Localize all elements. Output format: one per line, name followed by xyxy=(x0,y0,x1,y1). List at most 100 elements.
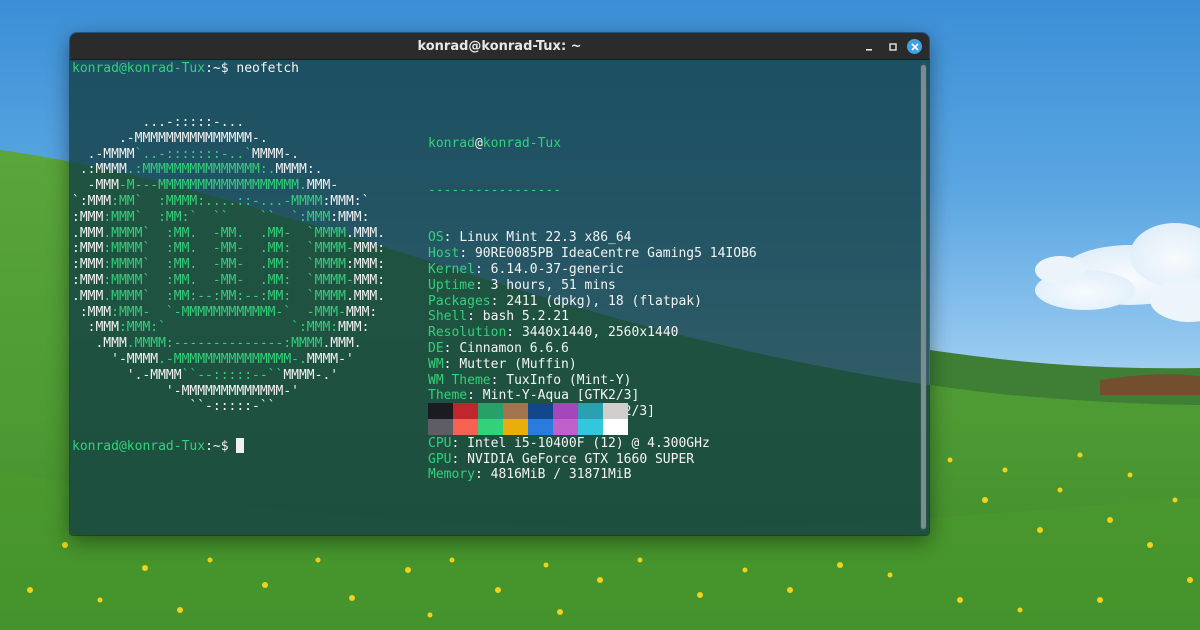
logo-segment: ``-:::::-`` xyxy=(72,399,276,415)
logo-segment: :MMMM` :MM. -MM- .MM: `MMMM- xyxy=(103,272,354,288)
logo-segment: :MMM: xyxy=(345,257,386,273)
prompt-user: konrad@konrad-Tux xyxy=(72,439,206,454)
window-titlebar[interactable]: konrad@konrad-Tux: ~ xyxy=(70,33,929,60)
logo-segment: .MMM. xyxy=(345,225,386,241)
info-value: 3 hours, 51 mins xyxy=(490,277,616,293)
logo-segment: ...-:::::-... xyxy=(72,115,245,130)
logo-row: .-MMMMMMMMMMMMMMM-. xyxy=(72,131,385,147)
scrollbar-thumb[interactable] xyxy=(921,65,926,529)
maximize-button[interactable] xyxy=(884,38,901,55)
info-row: CPU: Intel i5-10400F (12) @ 4.300GHz xyxy=(428,436,757,452)
terminal-output[interactable]: konrad@konrad-Tux:~$ neofetch ...-:::::-… xyxy=(70,60,929,535)
info-value: Mint-Y-Aqua [GTK2/3] xyxy=(482,388,640,404)
logo-segment: :MMM: xyxy=(330,209,370,225)
prompt-user: konrad@konrad-Tux xyxy=(72,61,206,76)
color-swatch xyxy=(503,419,528,435)
close-button[interactable] xyxy=(906,38,923,55)
info-key: WM Theme xyxy=(428,372,491,388)
logo-segment: ``--:::::--`` xyxy=(181,367,284,383)
info-key: DE xyxy=(428,340,444,356)
logo-segment: :MM` :MMMM:....::-...-MMMM xyxy=(111,193,323,209)
logo-segment: .:MMMM xyxy=(72,162,127,178)
palette-row-dark xyxy=(428,403,628,419)
info-key: Shell xyxy=(428,309,468,325)
info-value: Mutter (Muffin) xyxy=(459,356,577,372)
info-row: Host: 90RE0085PB IdeaCentre Gaming5 14IO… xyxy=(428,246,757,262)
minimize-icon xyxy=(865,48,872,51)
color-swatch xyxy=(553,419,578,435)
logo-segment: .MMMM:--------------:MMMM xyxy=(126,336,323,352)
logo-segment: :MMMM` :MM. -MM- .MM: `MMMM- xyxy=(103,241,354,257)
logo-segment: .MMM. xyxy=(322,336,362,352)
info-row: DE: Cinnamon 6.6.6 xyxy=(428,341,757,357)
info-colon: : xyxy=(451,451,468,467)
logo-segment: '.-MMMM xyxy=(72,367,182,383)
minimize-button[interactable] xyxy=(860,38,877,55)
logo-segment: -MMM xyxy=(72,178,119,194)
logo-segment: :MMM xyxy=(72,241,104,257)
color-palette xyxy=(428,403,628,435)
logo-row: '-MMMMMMMMMMMMM-' xyxy=(72,384,385,400)
info-colon: : xyxy=(474,467,491,483)
logo-segment: .-MMMMMMMMMMMMMMM-. xyxy=(158,351,307,367)
terminal-window[interactable]: konrad@konrad-Tux: ~ konrad@konrad-Tux:~… xyxy=(70,33,929,535)
info-colon: : xyxy=(490,372,507,388)
info-value: 2411 (dpkg), 18 (flatpak) xyxy=(506,293,702,309)
info-key: Packages xyxy=(428,293,491,309)
info-row: Packages: 2411 (dpkg), 18 (flatpak) xyxy=(428,294,757,310)
color-swatch xyxy=(453,403,478,419)
info-value: 4816MiB / 31871MiB xyxy=(490,467,632,483)
logo-segment: MMMM:. xyxy=(275,162,323,178)
palette-row-bright xyxy=(428,419,628,435)
logo-segment: '-MMMM xyxy=(72,351,159,367)
logo-row: :MMM:MMMM` :MM. -MM- .MM: `MMMM:MMM: xyxy=(72,257,385,273)
logo-row: :MMM:MMM` :MM:` `` `` `:MMM:MMM: xyxy=(72,210,385,226)
info-colon: : xyxy=(443,340,460,356)
info-at: @ xyxy=(474,135,483,151)
info-colon: : xyxy=(474,261,491,277)
logo-segment: .MMM xyxy=(72,336,127,352)
mint-ascii-logo: ...-:::::-... .-MMMMMMMMMMMMMMM-. .-MMMM… xyxy=(72,115,385,415)
logo-segment: :MMM` :MM:` `` `` `:MMM xyxy=(103,209,331,225)
logo-segment: '-MMMMMMMMMMMMM-' xyxy=(72,383,299,399)
color-swatch xyxy=(603,419,628,435)
color-swatch xyxy=(528,403,553,419)
info-row: Shell: bash 5.2.21 xyxy=(428,309,757,325)
info-value: NVIDIA GeForce GTX 1660 SUPER xyxy=(467,451,695,467)
text-cursor xyxy=(236,438,245,453)
color-swatch xyxy=(453,419,478,435)
logo-segment: MMM: xyxy=(353,241,386,257)
info-colon: : xyxy=(490,293,507,309)
logo-row: :MMM:MMM:` `:MMM:MMM: xyxy=(72,320,385,336)
info-key: GPU xyxy=(428,451,452,467)
logo-segment: -M---MMMMMMMMMMMMMMMMMM. xyxy=(118,178,307,194)
info-key: Uptime xyxy=(428,277,475,293)
logo-row: .:MMMM.:MMMMMMMMMMMMMMM:.MMMM:. xyxy=(72,162,385,178)
logo-row: .-MMMM`..-:::::::-..`MMMM-. xyxy=(72,147,385,163)
info-colon: : xyxy=(443,230,460,246)
logo-segment: .-MMMM xyxy=(72,146,135,162)
logo-row: .MMM.MMMM` :MM:--:MM:--:MM: `MMMM.MMM. xyxy=(72,289,385,305)
system-info: konrad@konrad-Tux ----------------- OS: … xyxy=(428,104,757,515)
info-row: Theme: Mint-Y-Aqua [GTK2/3] xyxy=(428,388,757,404)
maximize-icon xyxy=(888,42,897,51)
info-row: WM Theme: TuxInfo (Mint-Y) xyxy=(428,373,757,389)
info-value: 90RE0085PB IdeaCentre Gaming5 14IOB6 xyxy=(474,246,757,262)
info-colon: : xyxy=(459,246,475,262)
terminal-scrollbar[interactable] xyxy=(920,63,927,531)
logo-segment: MMM: xyxy=(353,272,386,288)
color-swatch xyxy=(578,403,603,419)
info-value: bash 5.2.21 xyxy=(482,309,569,325)
command-text: neofetch xyxy=(236,61,299,76)
info-key: OS xyxy=(428,230,444,246)
info-key: Memory xyxy=(428,467,475,483)
logo-segment: :MMM xyxy=(72,320,119,336)
info-colon: : xyxy=(467,309,483,325)
logo-segment: MMMM-. xyxy=(252,146,299,162)
active-prompt[interactable]: konrad@konrad-Tux:~$ xyxy=(72,438,245,454)
info-row: WM: Mutter (Muffin) xyxy=(428,357,757,373)
info-key: WM xyxy=(428,356,444,372)
command-line: konrad@konrad-Tux:~$ neofetch xyxy=(72,61,299,77)
logo-row: ...-:::::-... xyxy=(72,115,385,131)
info-row: Uptime: 3 hours, 51 mins xyxy=(428,278,757,294)
